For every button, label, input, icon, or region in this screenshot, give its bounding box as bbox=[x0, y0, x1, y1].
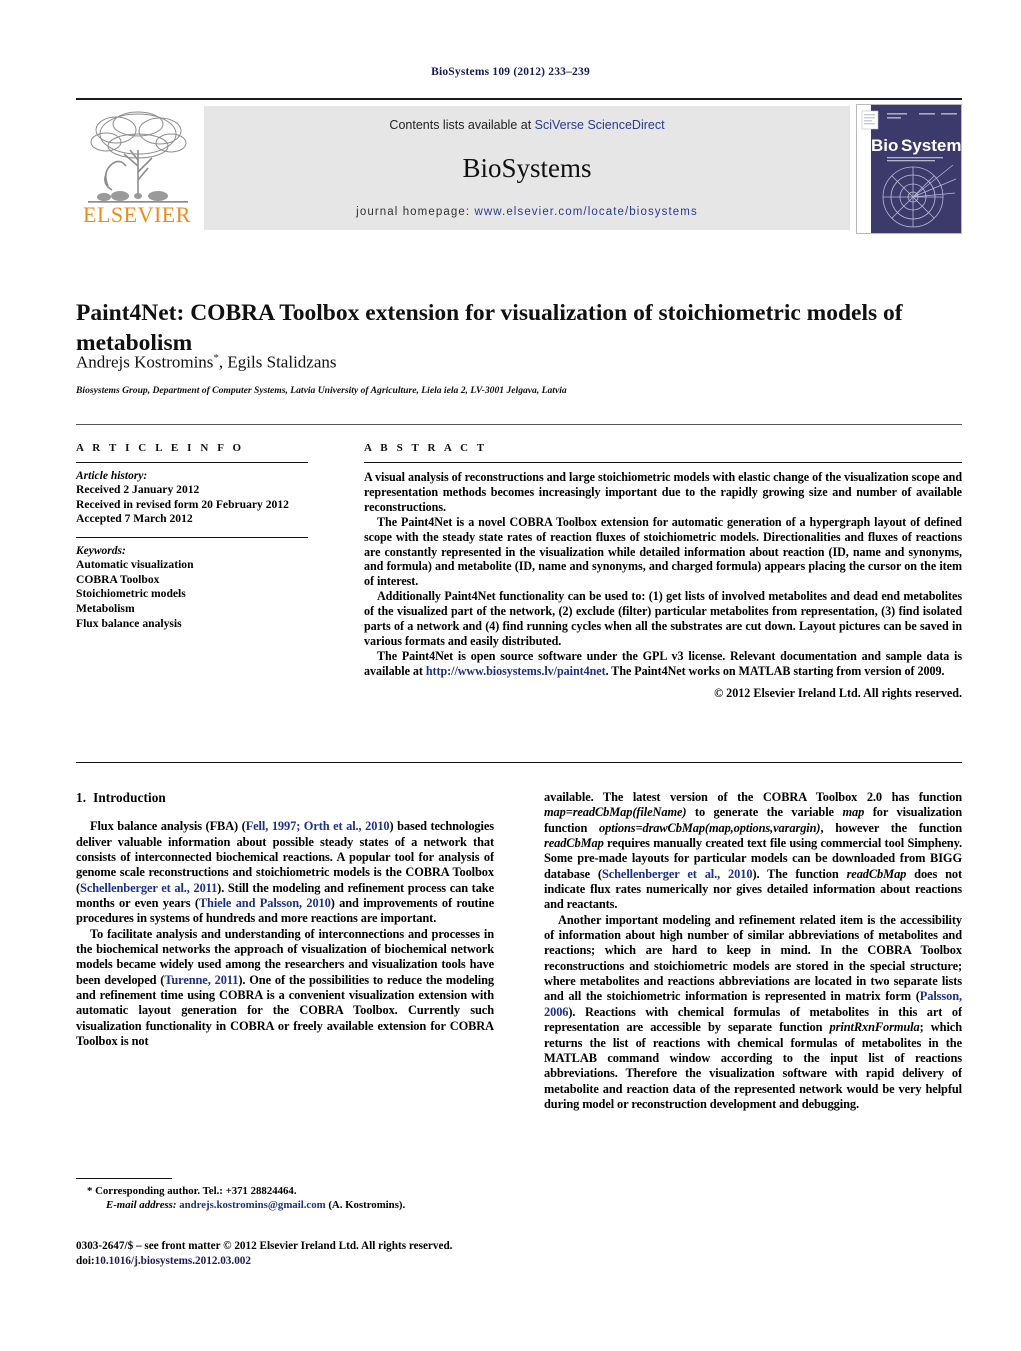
paragraph-text: Flux balance analysis (FBA) ( bbox=[90, 819, 246, 834]
code-term: map=readCbMap(fileName) bbox=[544, 805, 687, 820]
journal-title: BioSystems bbox=[462, 153, 592, 183]
abstract-paragraph: Additionally Paint4Net functionality can… bbox=[364, 589, 962, 648]
elsevier-logo: ELSEVIER bbox=[76, 106, 198, 230]
keyword-item: Automatic visualization bbox=[76, 557, 194, 571]
homepage-url-link[interactable]: www.elsevier.com/locate/biosystems bbox=[474, 206, 697, 218]
paragraph-text: to generate the variable bbox=[686, 805, 843, 820]
article-info-heading: A R T I C L E I N F O bbox=[76, 442, 245, 454]
code-term: options=drawCbMap(map,options,varargin) bbox=[599, 820, 821, 835]
body-column-left: 1. Introduction Flux balance analysis (FB… bbox=[76, 790, 494, 1165]
elsevier-wordmark: ELSEVIER bbox=[83, 202, 191, 227]
article-history-item: Received in revised form 20 February 201… bbox=[76, 497, 289, 511]
svg-text:Bio: Bio bbox=[871, 136, 898, 155]
author-secondary: , Egils Stalidzans bbox=[218, 352, 337, 372]
email-label: E-mail address: bbox=[106, 1199, 177, 1211]
journal-cover-thumbnail: Bio Systems bbox=[856, 104, 962, 234]
body-column-right: available. The latest version of the COB… bbox=[544, 790, 962, 1240]
citation-link[interactable]: Turenne, 2011 bbox=[164, 973, 238, 987]
keyword-item: Flux balance analysis bbox=[76, 616, 182, 630]
body-paragraph: Flux balance analysis (FBA) (Fell, 1997;… bbox=[76, 819, 494, 926]
author-primary: Andrejs Kostromins bbox=[76, 352, 214, 372]
elsevier-tree-icon bbox=[88, 111, 188, 203]
paragraph-text: , however the function bbox=[820, 820, 962, 835]
issn-copyright-line: 0303-2647/$ – see front matter © 2012 El… bbox=[76, 1240, 453, 1252]
article-history-item: Accepted 7 March 2012 bbox=[76, 512, 193, 526]
journal-homepage-line: journal homepage: www.elsevier.com/locat… bbox=[204, 206, 850, 218]
citation-link[interactable]: Schellenberger et al., 2010 bbox=[602, 867, 753, 881]
journal-article-page: BioSystems 109 (2012) 233–239 ELSEVIER C… bbox=[0, 0, 1021, 1351]
abstract-column: A B S T R A C T A visual analysis of rec… bbox=[364, 442, 962, 701]
doi-label: doi: bbox=[76, 1254, 95, 1267]
email-attribution: (A. Kostromins). bbox=[328, 1199, 406, 1211]
footnote-block: * Corresponding author. Tel.: +371 28824… bbox=[76, 1184, 496, 1212]
email-note: E-mail address: andrejs.kostromins@gmail… bbox=[76, 1198, 496, 1212]
cover-artwork-icon: Bio Systems bbox=[857, 105, 961, 233]
abstract-paragraph: The Paint4Net is a novel COBRA Toolbox e… bbox=[364, 514, 962, 589]
homepage-label: journal homepage: bbox=[356, 206, 475, 218]
copyright-line: © 2012 Elsevier Ireland Ltd. All rights … bbox=[714, 685, 962, 700]
citation-link[interactable]: Schellenberger et al., 2011 bbox=[80, 881, 217, 895]
svg-text:Systems: Systems bbox=[901, 136, 961, 155]
code-term: readCbMap bbox=[544, 836, 604, 851]
section-number: 1. bbox=[76, 790, 87, 805]
section-heading-introduction: 1. Introduction bbox=[76, 790, 494, 805]
imprint-block: 0303-2647/$ – see front matter © 2012 El… bbox=[76, 1239, 536, 1268]
body-paragraph: Another important modeling and refinemen… bbox=[544, 913, 962, 1112]
code-term: printRxnFormula bbox=[829, 1020, 920, 1035]
article-history-label: Article history: bbox=[76, 470, 148, 482]
doi-value[interactable]: 10.1016/j.biosystems.2012.03.002 bbox=[95, 1255, 251, 1267]
journal-banner: Contents lists available at SciVerse Sci… bbox=[204, 106, 850, 230]
citation-link[interactable]: Fell, 1997; Orth et al., 2010 bbox=[246, 819, 390, 833]
keyword-item: Stoichiometric models bbox=[76, 587, 186, 601]
footnote-rule bbox=[76, 1178, 172, 1179]
keyword-item: COBRA Toolbox bbox=[76, 572, 160, 586]
citation-link[interactable]: Thiele and Palsson, 2010 bbox=[199, 896, 331, 910]
contents-prefix: Contents lists available at bbox=[389, 118, 535, 132]
paragraph-text: Another important modeling and refinemen… bbox=[544, 912, 962, 1004]
page-title: Paint4Net: COBRA Toolbox extension for v… bbox=[76, 299, 903, 356]
running-head: BioSystems 109 (2012) 233–239 bbox=[431, 66, 590, 78]
abstract-heading: A B S T R A C T bbox=[364, 442, 488, 454]
code-term: readCbMap bbox=[846, 866, 907, 881]
info-band-top-rule bbox=[76, 424, 962, 425]
paragraph-text: available. The latest version of the COB… bbox=[544, 790, 962, 804]
paragraph-text: ). The function bbox=[752, 866, 847, 881]
article-info-column: A R T I C L E I N F O Article history: R… bbox=[76, 442, 308, 632]
section-title: Introduction bbox=[93, 790, 166, 805]
abstract-text: . The Paint4Net works on MATLAB starting… bbox=[605, 663, 945, 678]
email-link[interactable]: andrejs.kostromins@gmail.com bbox=[179, 1199, 325, 1211]
keywords-rule bbox=[76, 536, 308, 538]
article-info-rule bbox=[76, 462, 308, 463]
code-term: map bbox=[842, 805, 865, 820]
abstract-rule bbox=[364, 462, 962, 463]
abstract-paragraph: A visual analysis of reconstructions and… bbox=[364, 470, 962, 514]
keywords-label: Keywords: bbox=[76, 544, 126, 557]
body-paragraph: To facilitate analysis and understanding… bbox=[76, 927, 494, 1050]
abstract-paragraph: The Paint4Net is open source software un… bbox=[364, 649, 962, 679]
author-list: Andrejs Kostromins*, Egils Stalidzans bbox=[76, 352, 966, 373]
sciencedirect-link[interactable]: SciVerse ScienceDirect bbox=[535, 118, 665, 132]
contents-available-line: Contents lists available at SciVerse Sci… bbox=[204, 118, 850, 132]
info-band-bottom-rule bbox=[76, 762, 962, 763]
corresponding-author-note: * Corresponding author. Tel.: +371 28824… bbox=[87, 1185, 297, 1197]
journal-masthead: ELSEVIER Contents lists available at Sci… bbox=[76, 98, 962, 234]
doi-line: doi:10.1016/j.biosystems.2012.03.002 bbox=[76, 1254, 536, 1269]
keyword-item: Metabolism bbox=[76, 602, 135, 616]
affiliation: Biosystems Group, Department of Computer… bbox=[76, 385, 567, 396]
article-history-item: Received 2 January 2012 bbox=[76, 483, 200, 496]
body-paragraph: available. The latest version of the COB… bbox=[544, 790, 962, 913]
paint4net-url-link[interactable]: http://www.biosystems.lv/paint4net bbox=[426, 664, 606, 678]
